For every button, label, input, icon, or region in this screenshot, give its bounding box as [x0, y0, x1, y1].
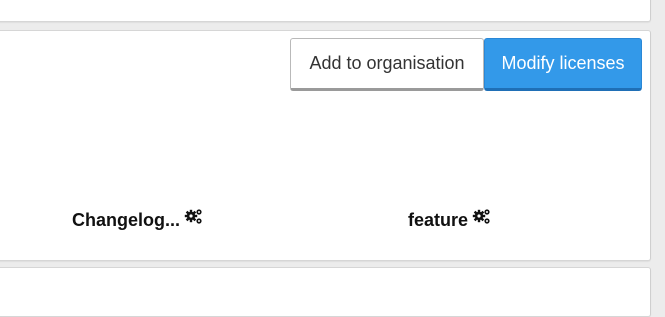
item-title[interactable]: feature — [408, 210, 468, 231]
gears-icon[interactable] — [472, 207, 492, 227]
item-changelog[interactable]: Changelog... — [72, 206, 204, 234]
gears-icon[interactable] — [184, 207, 204, 227]
add-to-organisation-button[interactable]: Add to organisation — [290, 38, 484, 91]
modify-licenses-button[interactable]: Modify licenses — [484, 38, 642, 91]
bottom-panel — [0, 267, 651, 317]
item-title[interactable]: Changelog... — [72, 210, 180, 231]
item-feature[interactable]: feature — [408, 206, 492, 234]
top-panel — [0, 0, 651, 22]
